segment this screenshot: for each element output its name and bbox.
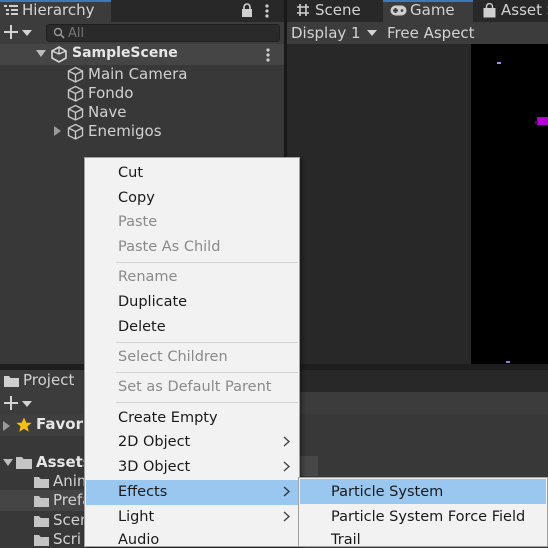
game-view-letterbox (287, 44, 471, 367)
hierarchy-search-input[interactable] (68, 24, 273, 42)
project-grid-area (300, 456, 318, 476)
display-dropdown[interactable]: Display 1 (291, 24, 361, 42)
kebab-menu-icon[interactable] (265, 4, 269, 18)
menu-item-paste-as-child[interactable]: Paste As Child (118, 239, 220, 255)
folder-icon (16, 456, 32, 469)
folder-scripts[interactable]: Scri (53, 530, 81, 548)
menu-item-effects[interactable]: Effects (118, 484, 167, 500)
game-sprite (506, 361, 510, 363)
submenu-item-particle-force-field[interactable]: Particle System Force Field (331, 509, 525, 525)
game-sprite (497, 62, 501, 64)
folder-icon (34, 476, 49, 488)
hierarchy-tab-label: Hierarchy (22, 1, 95, 19)
unity-scene-icon (51, 46, 67, 63)
gameobject-cube-icon (67, 85, 84, 102)
submenu-item-trail[interactable]: Trail (331, 532, 361, 548)
caret-down-icon[interactable] (22, 401, 32, 407)
menu-item-set-default-parent[interactable]: Set as Default Parent (118, 379, 271, 395)
search-icon (53, 27, 65, 39)
star-icon (16, 417, 32, 433)
menu-item-paste[interactable]: Paste (118, 214, 157, 230)
menu-item-rename[interactable]: Rename (118, 269, 177, 285)
folder-icon (34, 534, 49, 546)
gameobject-cube-icon (67, 123, 84, 140)
chevron-right-icon (283, 436, 290, 447)
folder-icon (4, 375, 19, 387)
menu-item-delete[interactable]: Delete (118, 319, 166, 335)
scene-kebab-icon[interactable] (266, 48, 270, 62)
menu-separator (116, 372, 298, 373)
aspect-dropdown[interactable]: Free Aspect (387, 24, 475, 42)
hash-grid-icon (296, 3, 310, 17)
plus-icon[interactable] (3, 394, 19, 412)
gameobject-cube-icon (67, 66, 84, 83)
tree-item-main-camera[interactable]: Main Camera (88, 65, 187, 83)
menu-item-create-empty[interactable]: Create Empty (118, 410, 218, 426)
menu-item-light[interactable]: Light (118, 509, 154, 525)
collapsed-arrow-icon[interactable] (54, 126, 61, 136)
menu-item-cut[interactable]: Cut (118, 165, 143, 181)
chevron-right-icon (283, 461, 290, 472)
gamepad-icon (390, 5, 407, 16)
menu-item-audio[interactable]: Audio (118, 532, 159, 548)
menu-item-3d-object[interactable]: 3D Object (118, 459, 190, 475)
game-view[interactable] (471, 44, 548, 367)
menu-item-2d-object[interactable]: 2D Object (118, 434, 190, 450)
menu-item-duplicate[interactable]: Duplicate (118, 294, 187, 310)
expand-arrow-icon[interactable] (36, 50, 46, 57)
tree-item-nave[interactable]: Nave (88, 103, 127, 121)
list-icon (4, 4, 18, 17)
project-tab-label: Project (23, 371, 75, 389)
menu-separator (116, 262, 298, 263)
tab-scene[interactable]: Scene (315, 1, 361, 19)
shopping-bag-icon (483, 3, 496, 18)
collapsed-arrow-icon[interactable] (3, 421, 10, 431)
tab-asset-store[interactable]: Asset S (501, 1, 548, 19)
menu-separator (116, 342, 298, 343)
game-sprite (537, 117, 548, 125)
folder-icon (34, 515, 49, 527)
chevron-right-icon (283, 511, 290, 522)
lock-icon[interactable] (241, 3, 253, 18)
submenu-item-particle-system[interactable]: Particle System (331, 484, 443, 500)
chevron-right-icon (283, 486, 290, 497)
scene-name: SampleScene (72, 45, 178, 61)
gameobject-cube-icon (67, 104, 84, 121)
menu-separator (116, 402, 298, 403)
caret-down-icon[interactable] (367, 30, 377, 36)
game-sprite (535, 121, 538, 124)
expand-arrow-icon[interactable] (3, 459, 13, 466)
menu-item-select-children[interactable]: Select Children (118, 349, 228, 365)
folder-icon (34, 495, 49, 507)
favorites-label: Favori (36, 415, 89, 433)
tab-game[interactable]: Game (410, 1, 455, 19)
tree-item-fondo[interactable]: Fondo (88, 84, 133, 102)
tree-item-enemigos[interactable]: Enemigos (88, 122, 162, 140)
menu-item-copy[interactable]: Copy (118, 190, 155, 206)
caret-down-icon[interactable] (22, 30, 32, 36)
plus-icon[interactable] (3, 23, 19, 41)
